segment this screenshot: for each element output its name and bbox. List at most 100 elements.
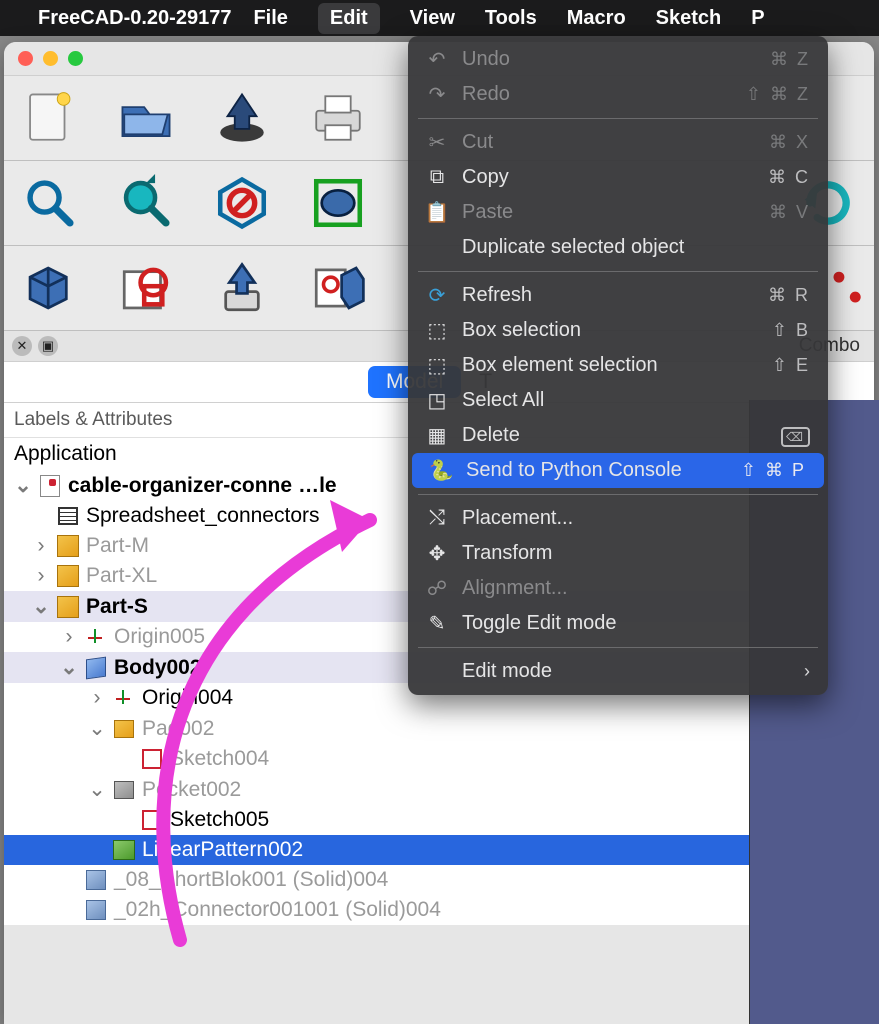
menu-toggle-edit-mode[interactable]: ✎ Toggle Edit mode	[408, 606, 828, 641]
tree-pocket002[interactable]: ⌄ Pocket002	[4, 774, 874, 805]
twisty-icon[interactable]: ›	[32, 564, 50, 588]
menu-copy-label: Copy	[462, 166, 754, 189]
twisty-icon[interactable]: ⌄	[14, 473, 32, 498]
open-file-button[interactable]	[106, 82, 186, 154]
pocket-icon	[112, 778, 136, 802]
menu-select-all[interactable]: ◳ Select All	[408, 383, 828, 418]
menu-refresh-label: Refresh	[462, 284, 754, 307]
menu-send-to-python-label: Send to Python Console	[466, 459, 727, 482]
window-minimize-icon[interactable]	[43, 51, 58, 66]
map-sketch-button[interactable]	[298, 252, 378, 324]
menu-duplicate-label: Duplicate selected object	[462, 236, 810, 259]
twisty-icon[interactable]: ›	[60, 625, 78, 649]
menu-undo-shortcut: ⌘ Z	[770, 49, 810, 70]
zoom-select-button[interactable]	[106, 167, 186, 239]
panel-float-icon[interactable]: ▣	[38, 336, 58, 356]
menu-send-to-python[interactable]: 🐍 Send to Python Console ⇧ ⌘ P	[412, 453, 824, 488]
twisty-icon[interactable]: ⌄	[88, 777, 106, 802]
tree-sketch004-label: Sketch004	[170, 747, 269, 771]
cut-icon: ✂	[426, 132, 448, 154]
print-button[interactable]	[298, 82, 378, 154]
menu-refresh[interactable]: ⟳ Refresh ⌘ R	[408, 278, 828, 313]
constraint-dots-icon[interactable]	[828, 252, 868, 324]
tree-sketch004[interactable]: Sketch004	[4, 744, 874, 774]
twisty-icon[interactable]: ›	[88, 686, 106, 710]
tree-solid2[interactable]: _02h_Connector001001 (Solid)004	[4, 895, 874, 925]
menu-box-selection[interactable]: ⬚ Box selection ⇧ B	[408, 313, 828, 348]
tree-spreadsheet-label: Spreadsheet_connectors	[86, 504, 320, 528]
window-zoom-icon[interactable]	[68, 51, 83, 66]
menu-file[interactable]: File	[253, 7, 287, 30]
menu-select-all-label: Select All	[462, 389, 810, 412]
menu-box-element-selection[interactable]: ⬚ Box element selection ⇧ E	[408, 348, 828, 383]
mac-menubar: FreeCAD-0.20-29177 File Edit View Tools …	[0, 0, 879, 36]
menu-paste-label: Paste	[462, 201, 755, 224]
menu-macro[interactable]: Macro	[567, 7, 626, 30]
app-name[interactable]: FreeCAD-0.20-29177	[38, 7, 231, 30]
menu-copy-shortcut: ⌘ C	[768, 167, 810, 188]
sketch-icon	[140, 808, 164, 832]
menu-edit-mode-label: Edit mode	[462, 660, 790, 683]
menu-cut-shortcut: ⌘ X	[769, 132, 810, 153]
part-icon	[56, 595, 80, 619]
refresh-icon: ⟳	[426, 285, 448, 307]
menu-placement-label: Placement...	[462, 507, 810, 530]
backspace-icon: ⌫	[781, 425, 810, 446]
tree-linearpattern002[interactable]: LinearPattern002	[4, 835, 874, 865]
panel-close-icon[interactable]: ✕	[12, 336, 32, 356]
bbox-button[interactable]	[298, 167, 378, 239]
menu-edit[interactable]: Edit	[318, 3, 380, 34]
twisty-icon[interactable]: ›	[32, 534, 50, 558]
window-close-icon[interactable]	[18, 51, 33, 66]
paste-icon: 📋	[426, 202, 448, 224]
menu-cut[interactable]: ✂ Cut ⌘ X	[408, 125, 828, 160]
box-select-icon: ⬚	[426, 320, 448, 342]
menu-separator	[418, 118, 818, 119]
sketch-button[interactable]	[106, 252, 186, 324]
menu-sketch[interactable]: Sketch	[656, 7, 722, 30]
blank-icon	[426, 237, 448, 259]
menu-view[interactable]: View	[410, 7, 455, 30]
placement-icon: ⤭	[426, 508, 448, 530]
menu-delete-label: Delete	[462, 424, 767, 447]
zoom-fit-button[interactable]	[10, 167, 90, 239]
draw-style-button[interactable]	[202, 167, 282, 239]
tree-solid1[interactable]: _08_ShortBlok001 (Solid)004	[4, 865, 874, 895]
menu-paste[interactable]: 📋 Paste ⌘ V	[408, 195, 828, 230]
part-icon	[56, 564, 80, 588]
select-all-icon: ◳	[426, 390, 448, 412]
twisty-icon[interactable]: ⌄	[88, 716, 106, 741]
twisty-icon[interactable]: ⌄	[32, 594, 50, 619]
tree-origin004-label: Origin004	[142, 686, 233, 710]
menu-copy[interactable]: ⧉ Copy ⌘ C	[408, 160, 828, 195]
menu-separator	[418, 647, 818, 648]
menu-separator	[418, 494, 818, 495]
twisty-icon[interactable]: ⌄	[60, 655, 78, 680]
pad-button[interactable]	[202, 252, 282, 324]
undo-icon: ↶	[426, 49, 448, 71]
menu-edit-mode[interactable]: Edit mode ›	[408, 654, 828, 689]
menu-transform[interactable]: ✥ Transform	[408, 536, 828, 571]
menu-duplicate[interactable]: Duplicate selected object	[408, 230, 828, 265]
menu-placement[interactable]: ⤭ Placement...	[408, 501, 828, 536]
menu-undo[interactable]: ↶ Undo ⌘ Z	[408, 42, 828, 77]
save-button[interactable]	[202, 82, 282, 154]
tree-sketch005[interactable]: Sketch005	[4, 805, 874, 835]
tree-pad002[interactable]: ⌄ Pad002	[4, 713, 874, 744]
part-body-button[interactable]	[10, 252, 90, 324]
menu-alignment[interactable]: ☍ Alignment...	[408, 571, 828, 606]
sketch-icon	[140, 747, 164, 771]
copy-icon: ⧉	[426, 167, 448, 189]
menu-alignment-label: Alignment...	[462, 577, 810, 600]
menu-tools[interactable]: Tools	[485, 7, 537, 30]
menu-p[interactable]: P	[751, 7, 764, 30]
blank-icon	[426, 661, 448, 683]
tree-sketch005-label: Sketch005	[170, 808, 269, 832]
spreadsheet-icon	[56, 504, 80, 528]
new-file-button[interactable]	[10, 82, 90, 154]
menu-redo[interactable]: ↷ Redo ⇧ ⌘ Z	[408, 77, 828, 112]
tree-body002-label: Body002	[114, 656, 202, 680]
alignment-icon: ☍	[426, 578, 448, 600]
tree-linearpattern002-label: LinearPattern002	[142, 838, 303, 862]
menu-delete[interactable]: ▦ Delete ⌫	[408, 418, 828, 453]
